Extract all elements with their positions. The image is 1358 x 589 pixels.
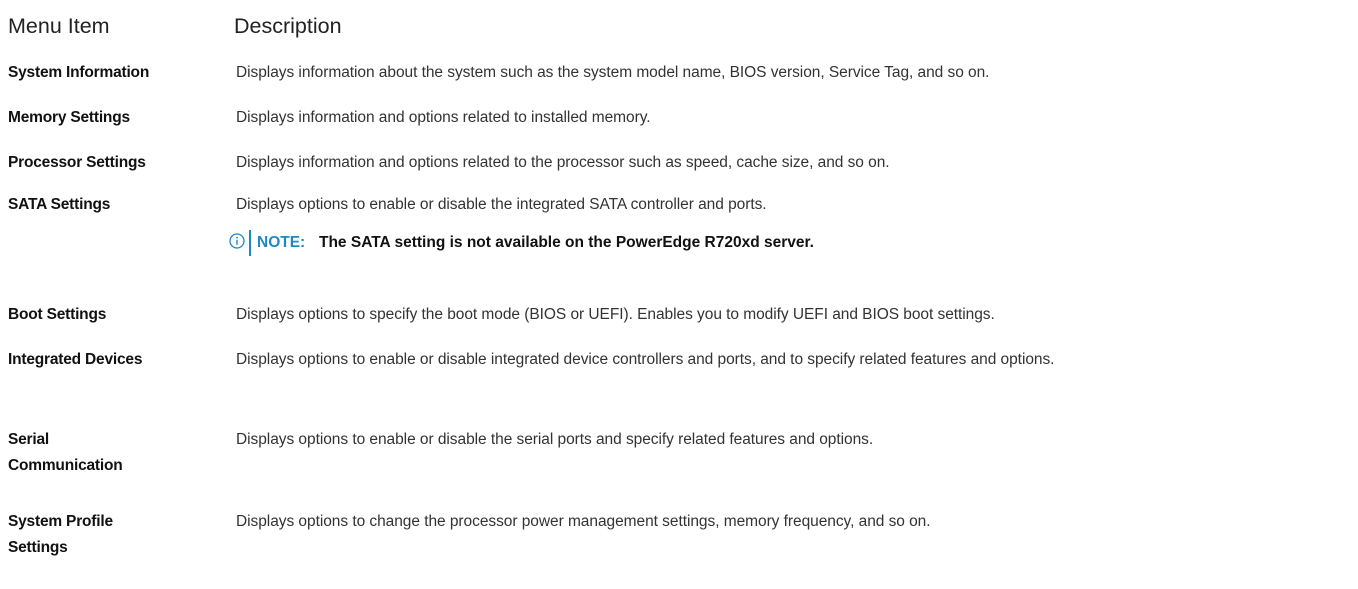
menu-item-description: Displays information and options related…: [236, 109, 651, 126]
menu-item-term: SATA Settings: [8, 196, 111, 213]
note-callout: NOTE: The SATA setting is not available …: [229, 230, 1129, 258]
menu-item-description: Displays options to specify the boot mod…: [236, 306, 995, 323]
note-text: The SATA setting is not available on the…: [319, 234, 814, 251]
table-row: Boot Settings Displays options to specif…: [8, 302, 1353, 330]
menu-item-term: System Profile Settings: [8, 513, 113, 556]
table-header: Menu Item Description: [8, 14, 1348, 44]
info-icon: [229, 233, 245, 249]
table-row: System Information Displays information …: [8, 60, 1353, 88]
menu-item-description: Displays options to enable or disable th…: [236, 431, 874, 448]
table-row: Memory Settings Displays information and…: [8, 105, 1353, 133]
note-label: NOTE:: [257, 234, 306, 251]
menu-item-description: Displays options to enable or disable in…: [236, 351, 1055, 368]
table-row: Processor Settings Displays information …: [8, 150, 1353, 178]
menu-item-description: Displays information about the system su…: [236, 64, 990, 81]
table-row: System Profile Settings Displays options…: [8, 509, 1353, 565]
menu-item-description: Displays information and options related…: [236, 154, 890, 171]
column-header-menu-item: Menu Item: [8, 14, 110, 38]
menu-item-term: Serial Communication: [8, 431, 123, 474]
note-divider: [249, 230, 251, 256]
menu-item-description: Displays options to change the processor…: [236, 513, 931, 530]
menu-item-description: Displays options to enable or disable th…: [236, 196, 767, 213]
column-header-description: Description: [234, 14, 342, 38]
table-row: Serial Communication Displays options to…: [8, 427, 1353, 483]
menu-item-term: Processor Settings: [8, 154, 146, 171]
menu-item-term: Memory Settings: [8, 109, 130, 126]
menu-item-term: Integrated Devices: [8, 351, 143, 368]
table-row: Integrated Devices Displays options to e…: [8, 347, 1353, 403]
menu-item-term: System Information: [8, 64, 150, 81]
menu-item-term: Boot Settings: [8, 306, 107, 323]
table-row: SATA Settings Displays options to enable…: [8, 192, 1353, 220]
